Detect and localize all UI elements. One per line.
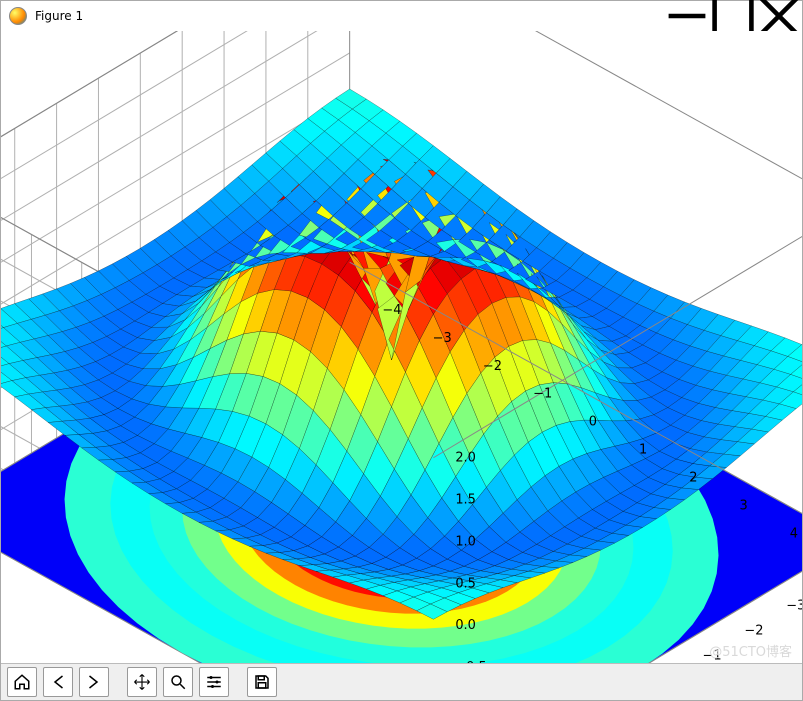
maximize-button[interactable]: [710, 1, 756, 31]
svg-text:−4: −4: [382, 303, 401, 318]
svg-text:−2: −2: [744, 624, 763, 639]
svg-text:0: 0: [589, 415, 597, 430]
plot-canvas[interactable]: −4−3−2−101234−4−3−2−101234−2.0−1.5−1.0−0…: [1, 31, 802, 664]
save-button[interactable]: [247, 667, 277, 697]
zoom-button[interactable]: [163, 667, 193, 697]
pan-button[interactable]: [127, 667, 157, 697]
back-button[interactable]: [43, 667, 73, 697]
svg-text:−3: −3: [786, 598, 802, 613]
toolbar: [1, 663, 802, 700]
svg-text:1.5: 1.5: [455, 493, 476, 508]
figure-window: Figure 1 −4−3−2−101234−4−3−2−101234−2.0−…: [0, 0, 803, 701]
svg-text:0.5: 0.5: [455, 576, 476, 591]
svg-text:−3: −3: [433, 331, 452, 346]
svg-text:4: 4: [790, 526, 798, 541]
titlebar: Figure 1: [1, 1, 802, 32]
home-button[interactable]: [7, 667, 37, 697]
minimize-button[interactable]: [664, 1, 710, 31]
svg-text:1.0: 1.0: [455, 534, 476, 549]
forward-button[interactable]: [79, 667, 109, 697]
svg-text:2: 2: [689, 470, 697, 485]
svg-text:1: 1: [639, 443, 647, 458]
svg-text:0.0: 0.0: [455, 618, 476, 633]
configure-button[interactable]: [199, 667, 229, 697]
svg-text:2.0: 2.0: [455, 451, 476, 466]
svg-text:−1: −1: [533, 387, 552, 402]
svg-text:−2: −2: [483, 359, 502, 374]
watermark: @51CTO博客: [709, 641, 792, 660]
svg-text:3: 3: [740, 498, 748, 513]
window-title: Figure 1: [35, 9, 83, 23]
app-icon: [9, 7, 27, 25]
close-button[interactable]: [756, 1, 802, 31]
